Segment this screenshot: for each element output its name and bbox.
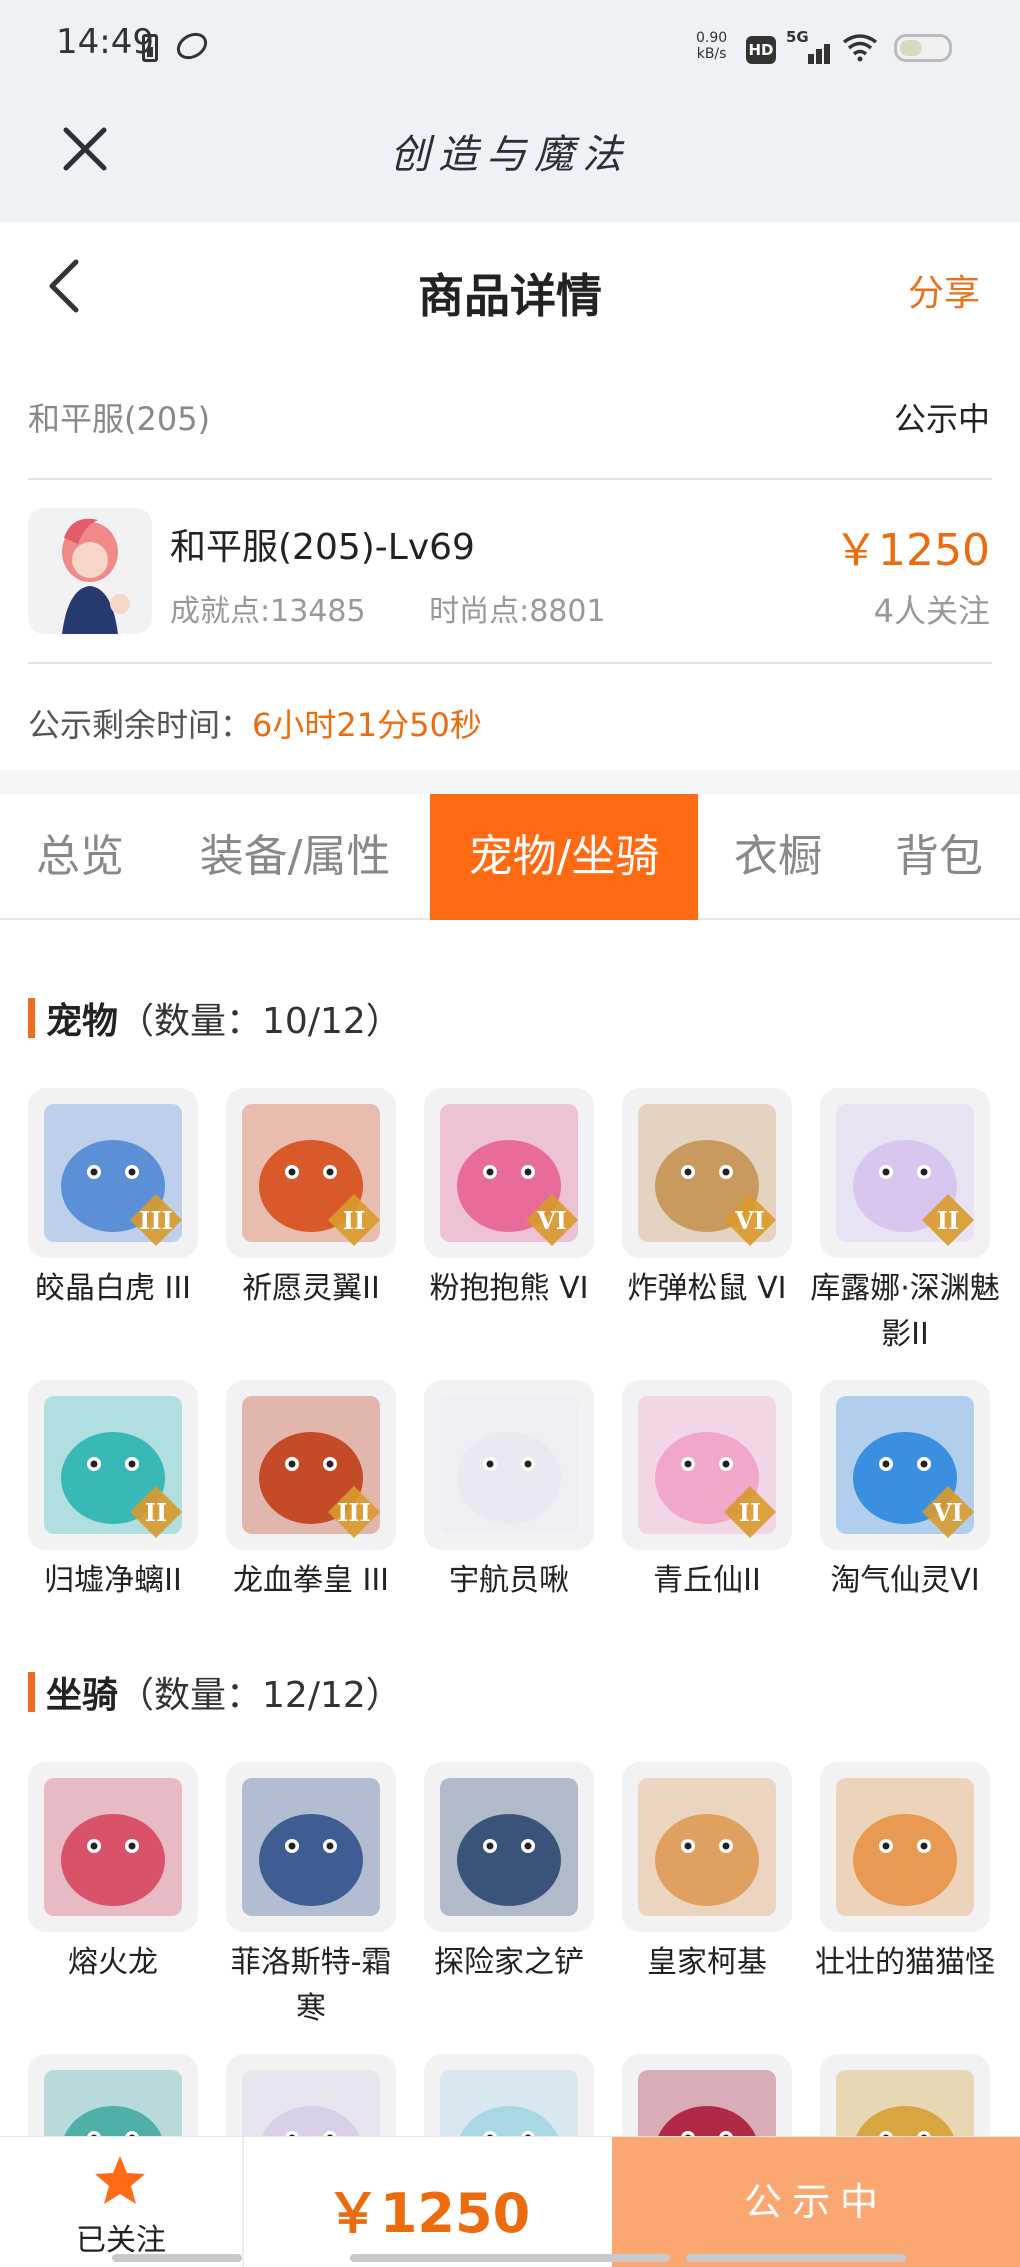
battery-saver-icon	[142, 34, 158, 62]
grid-item[interactable]: II 归墟净螭II	[28, 1380, 198, 1604]
item-thumbnail: II	[622, 1380, 792, 1550]
nav-gesture-bar	[686, 2254, 906, 2262]
item-name: 粉抱抱熊 VI	[429, 1271, 589, 1306]
item-name: 菲洛斯特-霜寒	[230, 1945, 392, 2026]
item-thumbnail	[28, 1762, 198, 1932]
pets-section-title: 宠物（数量：10/12）	[28, 992, 402, 1044]
item-name: 宇航员啾	[449, 1563, 569, 1598]
grid-item[interactable]: 皇家柯基	[622, 1762, 792, 1986]
item-name: 青丘仙II	[653, 1563, 761, 1598]
item-name: 皇家柯基	[647, 1945, 767, 1980]
character-stats: 成就点:13485 时尚点:8801	[170, 586, 660, 630]
status-button[interactable]: 公示中	[612, 2137, 1020, 2267]
nav-gesture-bar	[350, 2254, 670, 2262]
item-thumbnail: III	[28, 1088, 198, 1258]
item-name: 库露娜·深渊魅影II	[810, 1271, 1000, 1352]
tier-badge: II	[144, 1498, 168, 1527]
item-thumbnail	[424, 1380, 594, 1550]
item-thumbnail	[820, 1762, 990, 1932]
remaining-time: 公示剩余时间：6小时21分50秒	[28, 706, 482, 744]
mounts-section-title: 坐骑（数量：12/12）	[28, 1666, 402, 1718]
grid-item[interactable]: III 龙血拳皇 III	[226, 1380, 396, 1604]
divider	[28, 662, 992, 664]
grid-item[interactable]: VI 粉抱抱熊 VI	[424, 1088, 594, 1312]
item-name: 熔火龙	[68, 1945, 158, 1980]
divider	[28, 478, 992, 480]
item-thumbnail: VI	[820, 1380, 990, 1550]
item-thumbnail: VI	[424, 1088, 594, 1258]
grid-item[interactable]: II 库露娜·深渊魅影II	[810, 1088, 1000, 1358]
battery-icon	[894, 34, 952, 62]
item-name: 祈愿灵翼II	[242, 1271, 380, 1306]
item-thumbnail: II	[226, 1088, 396, 1258]
grid-item[interactable]: VI 炸弹松鼠 VI	[622, 1088, 792, 1312]
follow-label: 已关注	[76, 2223, 166, 2258]
share-button[interactable]: 分享	[908, 264, 980, 316]
tier-badge: II	[738, 1498, 762, 1527]
app-title-bar: 创造与魔法	[0, 100, 1020, 222]
tier-badge: II	[342, 1206, 366, 1235]
detail-tabs: 总览 装备/属性 宠物/坐骑 衣橱 背包	[0, 794, 1020, 920]
grid-item[interactable]: II 祈愿灵翼II	[226, 1088, 396, 1312]
character-avatar	[28, 508, 152, 634]
tier-badge: II	[936, 1206, 960, 1235]
tier-badge: VI	[537, 1206, 567, 1235]
hd-icon: HD	[746, 36, 776, 64]
item-name: 淘气仙灵VI	[830, 1563, 980, 1598]
grid-item[interactable]: III 皎晶白虎 III	[28, 1088, 198, 1312]
tab-bag[interactable]: 背包	[858, 794, 1020, 920]
fashion-points: 时尚点:8801	[429, 594, 606, 629]
item-thumbnail: II	[28, 1380, 198, 1550]
grid-item[interactable]: 壮壮的猫猫怪	[815, 1762, 995, 1986]
grid-item[interactable]: 菲洛斯特-霜寒	[226, 1762, 396, 2032]
section-gap	[0, 770, 1020, 794]
nav-gesture-bar	[112, 2254, 242, 2262]
character-name: 和平服(205)-Lv69	[170, 527, 475, 568]
item-name: 皎晶白虎 III	[34, 1271, 192, 1306]
grid-item[interactable]: VI 淘气仙灵VI	[820, 1380, 990, 1604]
item-name: 归墟净螭II	[44, 1563, 182, 1598]
cellular-signal-icon: 5G	[786, 28, 832, 64]
app-title: 创造与魔法	[390, 132, 630, 178]
clock: 14:49	[56, 22, 154, 62]
tab-equipment[interactable]: 装备/属性	[160, 794, 430, 920]
grid-item[interactable]: II 青丘仙II	[622, 1380, 792, 1604]
item-name: 龙血拳皇 III	[232, 1563, 390, 1598]
tab-overview[interactable]: 总览	[0, 794, 160, 920]
tier-badge: VI	[933, 1498, 963, 1527]
tier-badge: III	[139, 1206, 173, 1235]
item-thumbnail: II	[820, 1088, 990, 1258]
server-name: 和平服(205)	[28, 400, 211, 438]
follower-count: 4人关注	[873, 592, 990, 630]
nav-bar: 商品详情 分享	[0, 222, 1020, 352]
grid-item[interactable]: 宇航员啾	[424, 1380, 594, 1604]
item-thumbnail: III	[226, 1380, 396, 1550]
leaf-icon	[172, 27, 212, 65]
item-thumbnail	[424, 1762, 594, 1932]
status-bar: 14:49 0.90 kB/s HD 5G	[0, 0, 1020, 100]
item-name: 探险家之铲	[434, 1945, 584, 1980]
tier-badge: III	[337, 1498, 371, 1527]
listing-status: 公示中	[893, 400, 990, 438]
star-icon	[95, 2156, 145, 2204]
achievement-points: 成就点:13485	[170, 594, 366, 629]
item-thumbnail	[226, 1762, 396, 1932]
grid-item[interactable]: 探险家之铲	[424, 1762, 594, 1986]
item-name: 炸弹松鼠 VI	[627, 1271, 787, 1306]
bottom-action-bar: 已关注 ￥1250 公示中	[0, 2136, 1020, 2267]
tab-pets-mounts[interactable]: 宠物/坐骑	[430, 794, 698, 920]
remaining-time-value: 6小时21分50秒	[252, 706, 482, 744]
listing-price: ￥1250	[834, 525, 990, 576]
tier-badge: VI	[735, 1206, 765, 1235]
item-thumbnail	[622, 1762, 792, 1932]
network-speed: 0.90 kB/s	[696, 30, 728, 62]
item-name: 壮壮的猫猫怪	[815, 1945, 995, 1980]
item-thumbnail: VI	[622, 1088, 792, 1258]
wifi-icon	[842, 34, 878, 62]
tab-wardrobe[interactable]: 衣橱	[698, 794, 858, 920]
grid-item[interactable]: 熔火龙	[28, 1762, 198, 1986]
follow-button[interactable]: 已关注	[0, 2137, 244, 2267]
page-title: 商品详情	[418, 269, 602, 323]
bottom-price: ￥1250	[325, 2182, 531, 2245]
